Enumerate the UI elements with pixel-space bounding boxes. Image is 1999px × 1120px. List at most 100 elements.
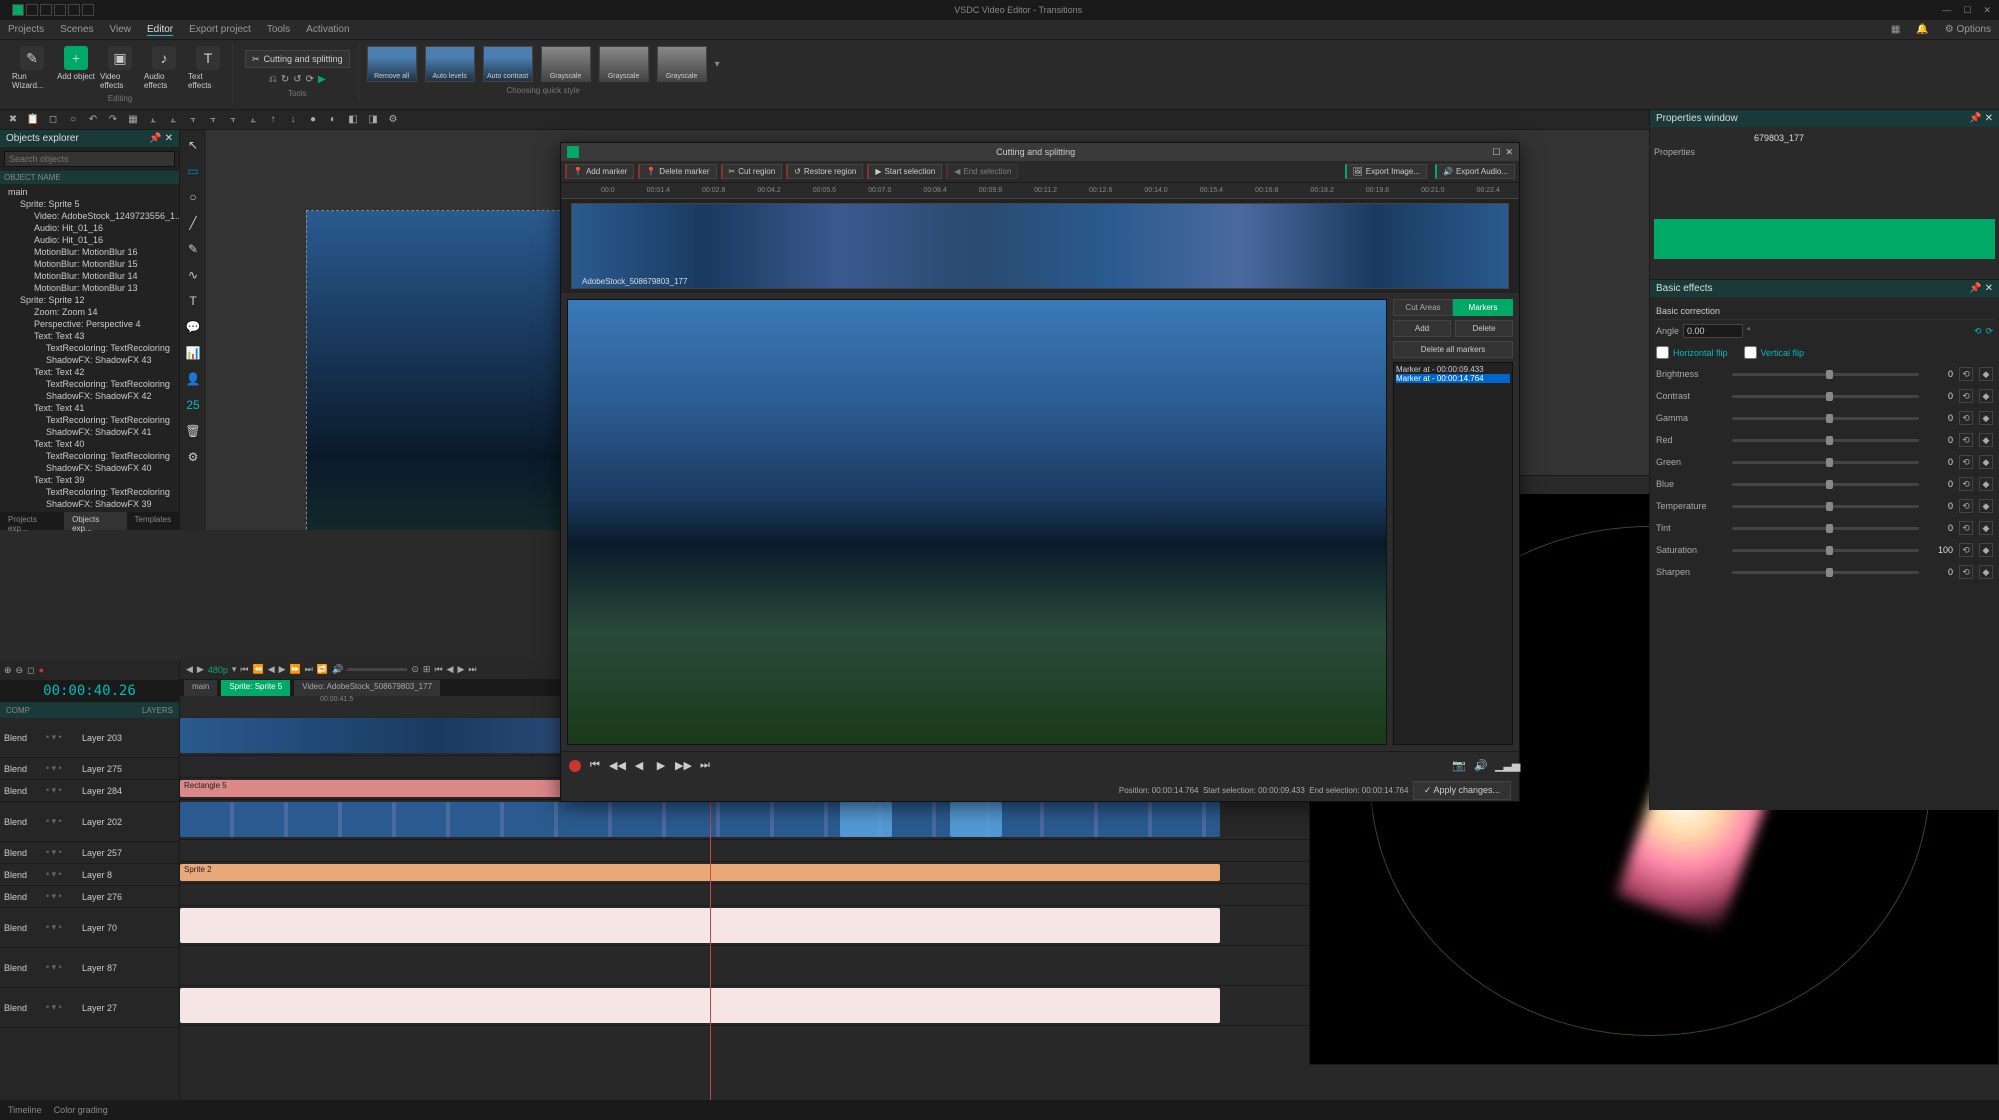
layer-list[interactable]: Blend• ▾ •Layer 203Blend• ▾ •Layer 275 Bl…	[0, 718, 179, 1100]
layer-row[interactable]: Blend• ▾ •Layer 257	[0, 842, 179, 864]
tree-item[interactable]: main	[0, 186, 179, 198]
style-grayscale[interactable]: Grayscale	[657, 46, 707, 82]
style-auto-contrast[interactable]: Auto contrast	[483, 46, 533, 82]
preview-video[interactable]	[567, 299, 1387, 745]
layer-row[interactable]: Blend• ▾ •Layer 275	[0, 758, 179, 780]
clip-audio-wave[interactable]	[180, 908, 1220, 943]
pin-icon[interactable]: 📌	[1969, 113, 1981, 124]
blend-mode[interactable]: Blend	[4, 892, 40, 902]
tree-item[interactable]: ShadowFX: ShadowFX 43	[0, 354, 179, 366]
cutting-splitting-button[interactable]: ✂ Cutting and splitting	[245, 50, 350, 68]
effect-slider[interactable]	[1732, 527, 1919, 530]
tree-item[interactable]: Audio: Hit_01_16	[0, 222, 179, 234]
tree-item[interactable]: Text: Text 42	[0, 366, 179, 378]
toolbar-icon[interactable]: ◧	[346, 113, 360, 127]
tl-icon[interactable]: ▶	[457, 664, 464, 675]
effect-slider[interactable]	[1732, 505, 1919, 508]
tree-item[interactable]: Text: Text 39	[0, 474, 179, 486]
export-audio-button[interactable]: 🔊Export Audio...	[1435, 164, 1515, 179]
keyframe-icon[interactable]: ◆	[1979, 411, 1993, 425]
line-icon[interactable]: ╱	[184, 214, 202, 232]
blend-mode[interactable]: Blend	[4, 817, 40, 827]
audio-effects-button[interactable]: ♪Audio effects	[144, 46, 184, 90]
tab-cut-areas[interactable]: Cut Areas	[1393, 299, 1453, 316]
tool-icon[interactable]: ▶	[318, 74, 326, 85]
reset-icon[interactable]: ⟲	[1959, 455, 1973, 469]
toolbar-icon[interactable]: ●	[306, 113, 320, 127]
menu-tools[interactable]: Tools	[267, 24, 290, 35]
tree-item[interactable]: ShadowFX: ShadowFX 39	[0, 498, 179, 510]
layer-visibility[interactable]: • ▾ •	[46, 1002, 76, 1013]
effect-slider[interactable]	[1732, 571, 1919, 574]
layer-row[interactable]: Blend• ▾ •Layer 8	[0, 864, 179, 886]
tree-item[interactable]: Sprite: Sprite 5	[0, 198, 179, 210]
toolbar-icon[interactable]: ↑	[266, 113, 280, 127]
toolbar-icon[interactable]: ○	[66, 113, 80, 127]
run-wizard-button[interactable]: ✎Run Wizard...	[12, 46, 52, 90]
effect-slider[interactable]	[1732, 483, 1919, 486]
maximize-icon[interactable]: ☐	[1963, 5, 1971, 16]
tree-item[interactable]: MotionBlur: MotionBlur 13	[0, 282, 179, 294]
tree-item[interactable]: Text: Text 41	[0, 402, 179, 414]
tree-item[interactable]: ShadowFX: ShadowFX 40	[0, 462, 179, 474]
tab-templates[interactable]: Templates	[127, 512, 179, 530]
menu-options[interactable]: ⚙ Options	[1945, 24, 1991, 35]
layer-row[interactable]: Blend• ▾ •Layer 203	[0, 718, 179, 758]
layer-visibility[interactable]: • ▾ •	[46, 763, 76, 774]
tl-icon[interactable]: ◀	[447, 664, 454, 675]
rect-icon[interactable]: ▭	[184, 162, 202, 180]
status-timeline[interactable]: Timeline	[8, 1105, 42, 1115]
clip-selection[interactable]	[950, 802, 1002, 837]
start-selection-button[interactable]: ▶Start selection	[867, 164, 942, 179]
marker-item[interactable]: Marker at - 00:00:14.764	[1396, 374, 1510, 383]
add-object-button[interactable]: +Add object	[56, 46, 96, 90]
blend-mode[interactable]: Blend	[4, 786, 40, 796]
pen-icon[interactable]: ✎	[184, 240, 202, 258]
keyframe-icon[interactable]: ◆	[1979, 455, 1993, 469]
toolbar-icon[interactable]: ↓	[286, 113, 300, 127]
toolbar-icon[interactable]: ⫠	[166, 113, 180, 127]
tab-main[interactable]: main	[184, 680, 217, 696]
status-color-grading[interactable]: Color grading	[54, 1105, 108, 1115]
thumbnail-images[interactable]: AdobeStock_508679803_177	[571, 203, 1509, 289]
first-frame-icon[interactable]: ⏮	[587, 759, 603, 772]
close-icon[interactable]: ✕	[1505, 147, 1513, 158]
menu-editor[interactable]: Editor	[147, 24, 173, 36]
layer-visibility[interactable]: • ▾ •	[46, 732, 76, 743]
app-grid-icon[interactable]: ▦	[1891, 24, 1900, 35]
tree-item[interactable]: TextRecoloring: TextRecoloring	[0, 342, 179, 354]
reset-icon[interactable]: ⟲	[1959, 499, 1973, 513]
export-image-button[interactable]: 🖼Export Image...	[1345, 164, 1427, 179]
toolbar-icon[interactable]: ⫟	[206, 113, 220, 127]
blend-mode[interactable]: Blend	[4, 923, 40, 933]
tree-item[interactable]: Text: Text 43	[0, 330, 179, 342]
type-icon[interactable]: ∿	[184, 266, 202, 284]
circle-icon[interactable]: ○	[184, 188, 202, 206]
trash-icon[interactable]: 🗑	[184, 422, 202, 440]
play-icon[interactable]: ▶	[653, 759, 669, 772]
style-more-icon[interactable]: ▾	[715, 59, 720, 70]
clip-selection[interactable]	[840, 802, 892, 837]
tl-icon[interactable]: ⊙	[411, 664, 419, 675]
flip-v-checkbox[interactable]: Vertical flip	[1744, 346, 1805, 359]
keyframe-icon[interactable]: ◆	[1979, 543, 1993, 557]
keyframe-icon[interactable]: ◆	[1979, 367, 1993, 381]
tl-icon[interactable]: ⏪	[253, 664, 264, 675]
keyframe-icon[interactable]: ◆	[1979, 499, 1993, 513]
end-selection-button[interactable]: ◀End selection	[946, 164, 1018, 179]
menu-export[interactable]: Export project	[189, 24, 251, 35]
layer-visibility[interactable]: • ▾ •	[46, 816, 76, 827]
reset-icon[interactable]: ⟲	[1959, 433, 1973, 447]
close-icon[interactable]: ✕	[1985, 113, 1993, 124]
layer-visibility[interactable]: • ▾ •	[46, 922, 76, 933]
effect-slider[interactable]	[1732, 395, 1919, 398]
tree-item[interactable]: ShadowFX: ShadowFX 41	[0, 426, 179, 438]
layer-row[interactable]: Blend• ▾ •Layer 202	[0, 802, 179, 842]
qa-icon[interactable]	[68, 4, 80, 16]
rotate-right-icon[interactable]: ⟳	[1985, 326, 1993, 337]
toolbar-icon[interactable]: ↷	[106, 113, 120, 127]
layer-visibility[interactable]: • ▾ •	[46, 785, 76, 796]
tl-icon[interactable]: ▶	[279, 664, 286, 675]
person-icon[interactable]: 👤	[184, 370, 202, 388]
object-tree[interactable]: mainSprite: Sprite 5Video: AdobeStock_12…	[0, 184, 179, 512]
